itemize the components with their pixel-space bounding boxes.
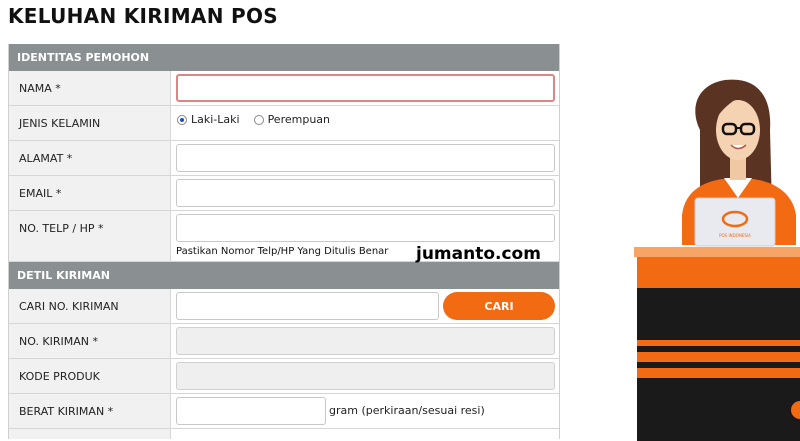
laptop-logo-text: POS INDONESIA bbox=[719, 233, 751, 238]
email-label: EMAIL * bbox=[9, 176, 171, 210]
telp-input[interactable] bbox=[176, 214, 555, 242]
nama-label: NAMA * bbox=[9, 71, 171, 105]
radio-perempuan-indicator[interactable] bbox=[253, 114, 264, 125]
telp-label: NO. TELP / HP * bbox=[9, 211, 171, 261]
row-kode-produk: KODE PRODUK bbox=[9, 359, 559, 394]
gender-radio-group: Laki-Laki Perempuan bbox=[177, 113, 330, 126]
alamat-input[interactable] bbox=[176, 144, 555, 172]
telp-hint: Pastikan Nomor Telp/HP Yang Ditulis Bena… bbox=[176, 246, 389, 257]
berat-input[interactable] bbox=[176, 397, 326, 425]
row-cari: CARI NO. KIRIMAN CARI bbox=[9, 289, 559, 324]
complaint-form: IDENTITAS PEMOHON NAMA * JENIS KELAMIN L… bbox=[8, 44, 560, 439]
email-input[interactable] bbox=[176, 179, 555, 207]
no-kiriman-input bbox=[176, 327, 555, 355]
laptop-icon bbox=[694, 197, 776, 247]
row-nama: NAMA * bbox=[9, 71, 559, 106]
customer-service-illustration: POS INDONESIA bbox=[634, 79, 800, 441]
gender-label: JENIS KELAMIN bbox=[9, 106, 171, 140]
cari-label: CARI NO. KIRIMAN bbox=[9, 289, 171, 323]
watermark-text: jumanto.com bbox=[416, 244, 541, 264]
alamat-label: ALAMAT * bbox=[9, 141, 171, 175]
row-no-kiriman: NO. KIRIMAN * bbox=[9, 324, 559, 359]
radio-perempuan[interactable]: Perempuan bbox=[253, 113, 331, 126]
no-kiriman-label: NO. KIRIMAN * bbox=[9, 324, 171, 358]
cari-button[interactable]: CARI bbox=[443, 292, 555, 320]
kode-produk-input bbox=[176, 362, 555, 390]
radio-perempuan-label: Perempuan bbox=[267, 113, 331, 126]
radio-laki-laki[interactable]: Laki-Laki bbox=[177, 113, 240, 126]
next-label-partial bbox=[9, 429, 171, 439]
row-alamat: ALAMAT * bbox=[9, 141, 559, 176]
kode-produk-label: KODE PRODUK bbox=[9, 359, 171, 393]
section-header-shipment: DETIL KIRIMAN bbox=[9, 262, 559, 289]
nama-input[interactable] bbox=[176, 74, 555, 102]
berat-label: BERAT KIRIMAN * bbox=[9, 394, 171, 428]
row-berat: BERAT KIRIMAN * gram (perkiraan/sesuai r… bbox=[9, 394, 559, 429]
row-next-partial bbox=[9, 429, 559, 439]
cari-input[interactable] bbox=[176, 292, 439, 320]
page-title: KELUHAN KIRIMAN POS bbox=[8, 4, 278, 28]
row-gender: JENIS KELAMIN Laki-Laki Perempuan bbox=[9, 106, 559, 141]
row-email: EMAIL * bbox=[9, 176, 559, 211]
radio-laki-laki-indicator[interactable] bbox=[177, 114, 187, 125]
radio-laki-laki-label: Laki-Laki bbox=[191, 113, 240, 126]
berat-unit: gram (perkiraan/sesuai resi) bbox=[329, 404, 485, 417]
section-header-identity: IDENTITAS PEMOHON bbox=[9, 44, 559, 71]
